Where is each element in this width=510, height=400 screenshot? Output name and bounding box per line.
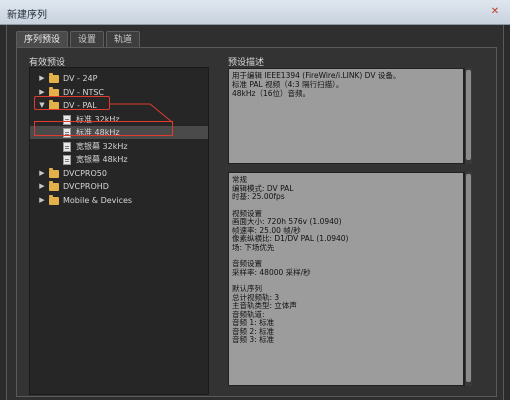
details-line: 场: 下场优先: [232, 242, 275, 252]
description-line: 用于编辑 IEEE1394 (FireWire/i.LINK) DV 设备。: [232, 71, 401, 80]
description-scrollbar[interactable]: [464, 68, 472, 164]
scrollbar-thumb[interactable]: [466, 70, 471, 160]
title-bar: 新建序列 ✕: [0, 0, 510, 25]
preset-description-box: 用于编辑 IEEE1394 (FireWire/i.LINK) DV 设备。 标…: [228, 68, 464, 164]
close-icon[interactable]: ✕: [488, 5, 502, 19]
annotation-box-dv-pal: [34, 96, 110, 110]
folder-icon: [49, 181, 59, 191]
description-line: 标准 PAL 视频（4:3 隔行扫描）。: [232, 80, 344, 89]
chevron-right-icon[interactable]: ▶: [38, 194, 46, 207]
chevron-right-icon[interactable]: ▶: [38, 72, 46, 85]
preset-description-label: 预设描述: [228, 58, 265, 68]
tab-sequence-presets[interactable]: 序列预设: [16, 31, 69, 48]
details-line: 音频 3: 标准: [232, 335, 275, 344]
details-line: 采样率: 48000 采样/秒: [232, 267, 311, 277]
window-title: 新建序列: [7, 10, 47, 21]
scrollbar-thumb[interactable]: [466, 174, 471, 382]
tab-tracks[interactable]: 轨道: [106, 31, 141, 48]
details-scrollbar[interactable]: [464, 172, 472, 386]
folder-icon: [49, 73, 59, 83]
details-line: 主音轨类型: 立体声: [232, 301, 297, 310]
chevron-right-icon[interactable]: ▶: [38, 167, 46, 180]
preset-file-icon: [63, 155, 71, 165]
tree-preset-widescreen-48khz[interactable]: 宽银幕 48kHz: [30, 153, 208, 166]
details-line: 时基: 25.00fps: [232, 192, 285, 201]
preset-file-icon: [63, 142, 71, 152]
preset-details-box: 常规 编辑模式: DV PAL 时基: 25.00fps 视频设置 画面大小: …: [228, 172, 464, 386]
chevron-right-icon[interactable]: ▶: [38, 180, 46, 193]
tab-bar: 序列预设 设置 轨道: [16, 31, 142, 48]
tree-folder-mobile-devices[interactable]: ▶ Mobile & Devices: [30, 194, 208, 207]
tree-folder-dv-24p[interactable]: ▶ DV - 24P: [30, 72, 208, 85]
tree-folder-dvcprohd[interactable]: ▶ DVCPROHD: [30, 180, 208, 193]
tree-preset-widescreen-32khz[interactable]: 宽银幕 32kHz: [30, 140, 208, 153]
tree-folder-dvcpro50[interactable]: ▶ DVCPRO50: [30, 167, 208, 180]
description-line: 48kHz（16位）音频。: [232, 89, 311, 98]
folder-icon: [49, 195, 59, 205]
annotation-connector: [110, 103, 173, 123]
tab-settings[interactable]: 设置: [70, 31, 105, 48]
folder-icon: [49, 168, 59, 178]
